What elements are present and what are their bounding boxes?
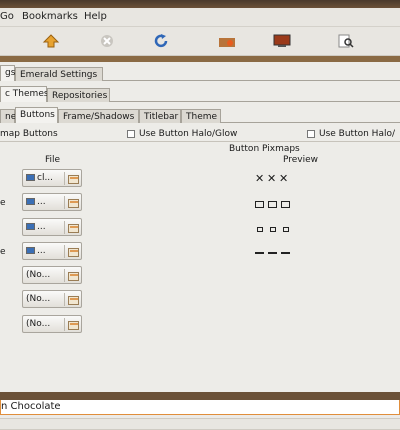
preview-close: ✕ ✕ ✕ [255,172,290,185]
tab-titlebar[interactable]: Titlebar [139,109,181,123]
file-name: (No... [26,270,51,280]
window-titlebar [0,0,400,8]
preview-minimize [255,246,294,259]
col-preview-header: Preview [283,155,319,165]
file-chooser-button[interactable]: ... [22,242,82,260]
file-name: ... [26,197,46,207]
file-chooser-button[interactable]: ... [22,193,82,211]
file-chooser-button[interactable]: (No... [22,315,82,333]
folder-open-icon [68,197,79,208]
tab-frame-shadows[interactable]: Frame/Shadows [58,109,139,123]
halo-glow-checkbox-2[interactable]: Use Button Halo/ [307,129,395,139]
tab-theme[interactable]: Theme [181,109,221,123]
preview-restore [255,222,293,235]
folder-open-icon [68,222,79,233]
file-name: ... [26,222,46,232]
file-chooser-button[interactable]: ... [22,218,82,236]
file-name: (No... [26,319,51,329]
halo-glow-checkbox[interactable]: Use Button Halo/Glow [127,129,237,139]
menu-go[interactable]: Go [0,11,14,22]
toolbar [0,27,400,56]
tab-settings[interactable]: gs [0,65,15,81]
stop-icon[interactable] [98,34,116,48]
file-name: (No... [26,294,51,304]
file-chooser-button[interactable]: (No... [22,266,82,284]
emerald-theme-manager: gs Emerald Settings c Themes Repositorie… [0,62,400,430]
folder-open-icon [68,173,79,184]
tab-buttons[interactable]: Buttons [15,107,58,123]
search-icon[interactable] [337,34,355,48]
checkbox[interactable] [127,129,135,138]
preview-maximize [255,197,294,210]
folder-open-icon [68,270,79,281]
menu-bookmarks[interactable]: Bookmarks [22,11,78,22]
row-label: e [0,247,6,257]
folder-open-icon [68,246,79,257]
file-name: ... [26,246,46,256]
menu-help[interactable]: Help [84,11,107,22]
file-chooser-button[interactable]: (No... [22,290,82,308]
window-bottom-edge [0,392,400,400]
row-label: e [0,198,6,208]
folder-open-icon [68,319,79,330]
tab-engine[interactable]: ne [0,109,16,123]
reload-icon[interactable] [153,34,171,48]
tab-repositories[interactable]: Repositories [47,88,110,102]
image-file-icon [26,247,35,254]
folder-open-icon [68,294,79,305]
checkbox[interactable] [307,129,315,138]
status-bar [0,418,400,430]
image-file-icon [26,198,35,205]
image-file-icon [26,174,35,181]
file-name: cl... [26,173,53,183]
pixmap-buttons-option[interactable]: map Buttons [0,129,58,139]
tab-emerald-settings[interactable]: Emerald Settings [15,67,103,81]
tab-themes[interactable]: c Themes [0,86,49,102]
computer-icon[interactable] [273,34,291,48]
up-arrow-icon[interactable] [42,34,60,48]
image-file-icon [26,223,35,230]
theme-name-input[interactable]: n Chocolate [0,398,400,415]
menubar: Go Bookmarks Help [0,8,400,27]
button-pixmaps-title: Button Pixmaps [229,144,300,154]
col-file-header: File [45,155,61,165]
file-chooser-button[interactable]: cl... [22,169,82,187]
home-icon[interactable] [218,34,236,48]
